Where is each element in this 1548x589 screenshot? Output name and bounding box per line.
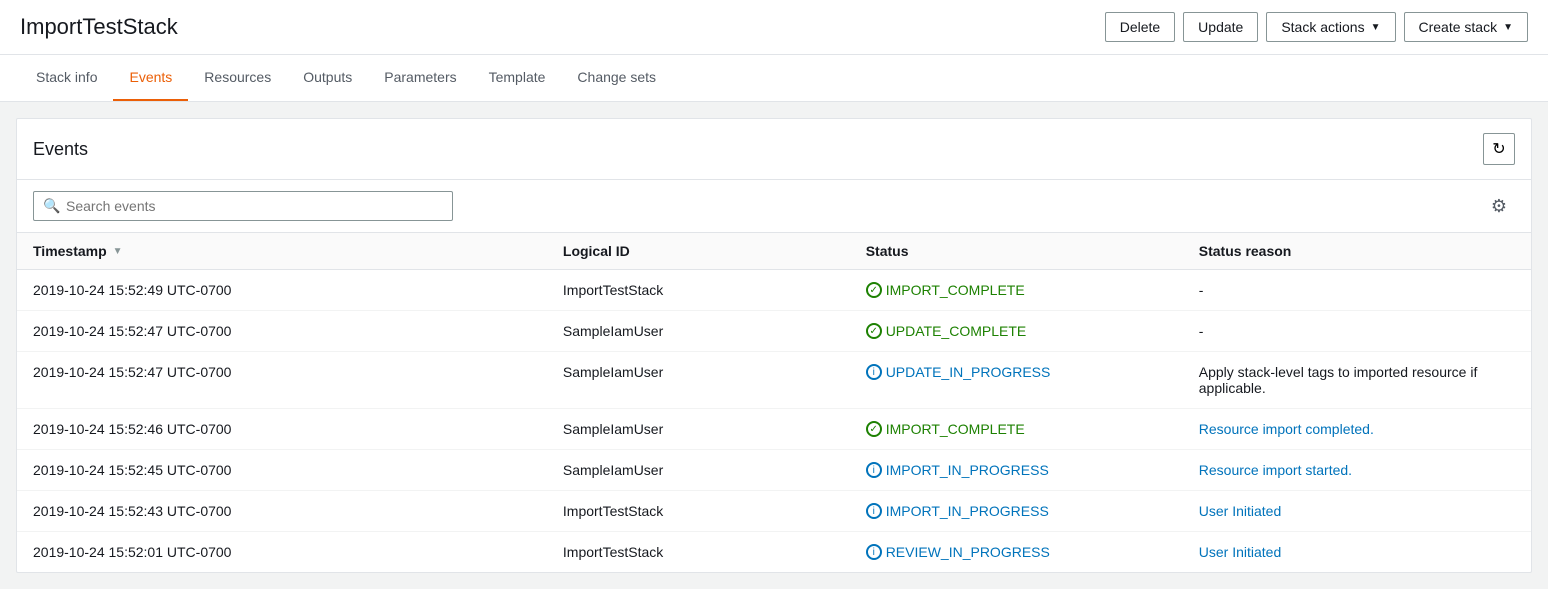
cell-timestamp: 2019-10-24 15:52:43 UTC-0700 — [17, 491, 547, 532]
table-row: 2019-10-24 15:52:43 UTC-0700ImportTestSt… — [17, 491, 1531, 532]
tab-events[interactable]: Events — [113, 55, 188, 101]
cell-status-reason: Apply stack-level tags to imported resou… — [1183, 352, 1531, 409]
cell-logical-id: SampleIamUser — [547, 352, 850, 409]
status-check-icon: ✓ — [866, 282, 882, 298]
cell-timestamp: 2019-10-24 15:52:47 UTC-0700 — [17, 311, 547, 352]
cell-status: iUPDATE_IN_PROGRESS — [850, 352, 1183, 409]
delete-button[interactable]: Delete — [1105, 12, 1175, 42]
status-reason-link[interactable]: Resource import started. — [1199, 462, 1352, 478]
page-title: ImportTestStack — [20, 14, 178, 40]
status-info-icon: i — [866, 544, 882, 560]
refresh-button[interactable]: ↻ — [1483, 133, 1515, 165]
table-row: 2019-10-24 15:52:45 UTC-0700SampleIamUse… — [17, 450, 1531, 491]
search-bar: 🔍 ⚙ — [17, 180, 1531, 233]
cell-status: ✓UPDATE_COMPLETE — [850, 311, 1183, 352]
events-panel: Events ↻ 🔍 ⚙ Timestamp ▼ — [16, 118, 1532, 573]
status-text: REVIEW_IN_PROGRESS — [886, 544, 1050, 560]
tab-outputs[interactable]: Outputs — [287, 55, 368, 101]
col-header-status-reason: Status reason — [1183, 233, 1531, 270]
cell-logical-id: SampleIamUser — [547, 311, 850, 352]
panel-title: Events — [33, 139, 88, 160]
search-icon: 🔍 — [43, 198, 60, 215]
status-text: IMPORT_IN_PROGRESS — [886, 462, 1049, 478]
tab-bar: Stack info Events Resources Outputs Para… — [0, 55, 1548, 102]
search-wrapper: 🔍 — [33, 191, 453, 221]
create-stack-button[interactable]: Create stack — [1404, 12, 1529, 42]
update-button[interactable]: Update — [1183, 12, 1258, 42]
status-text: UPDATE_COMPLETE — [886, 323, 1027, 339]
status-check-icon: ✓ — [866, 323, 882, 339]
table-row: 2019-10-24 15:52:49 UTC-0700ImportTestSt… — [17, 270, 1531, 311]
table-row: 2019-10-24 15:52:46 UTC-0700SampleIamUse… — [17, 409, 1531, 450]
cell-status-reason: Resource import started. — [1183, 450, 1531, 491]
search-input[interactable] — [33, 191, 453, 221]
status-text: IMPORT_COMPLETE — [886, 421, 1025, 437]
cell-timestamp: 2019-10-24 15:52:47 UTC-0700 — [17, 352, 547, 409]
status-text: UPDATE_IN_PROGRESS — [886, 364, 1051, 380]
cell-timestamp: 2019-10-24 15:52:01 UTC-0700 — [17, 532, 547, 573]
status-info-icon: i — [866, 364, 882, 380]
tab-template[interactable]: Template — [473, 55, 562, 101]
status-info-icon: i — [866, 503, 882, 519]
status-reason-link[interactable]: Resource import completed. — [1199, 421, 1374, 437]
cell-logical-id: ImportTestStack — [547, 491, 850, 532]
col-header-timestamp[interactable]: Timestamp ▼ — [17, 233, 547, 270]
sort-icon: ▼ — [113, 246, 123, 257]
top-bar: ImportTestStack Delete Update Stack acti… — [0, 0, 1548, 55]
status-check-icon: ✓ — [866, 421, 882, 437]
status-reason-link[interactable]: User Initiated — [1199, 544, 1281, 560]
status-reason-link[interactable]: User Initiated — [1199, 503, 1281, 519]
cell-status: iIMPORT_IN_PROGRESS — [850, 491, 1183, 532]
table-row: 2019-10-24 15:52:01 UTC-0700ImportTestSt… — [17, 532, 1531, 573]
cell-status: ✓IMPORT_COMPLETE — [850, 270, 1183, 311]
tab-change-sets[interactable]: Change sets — [561, 55, 672, 101]
status-info-icon: i — [866, 462, 882, 478]
status-text: IMPORT_IN_PROGRESS — [886, 503, 1049, 519]
cell-logical-id: ImportTestStack — [547, 270, 850, 311]
cell-logical-id: ImportTestStack — [547, 532, 850, 573]
cell-status-reason: User Initiated — [1183, 491, 1531, 532]
col-header-status: Status — [850, 233, 1183, 270]
events-table: Timestamp ▼ Logical ID Status Status rea… — [17, 233, 1531, 572]
cell-timestamp: 2019-10-24 15:52:46 UTC-0700 — [17, 409, 547, 450]
table-row: 2019-10-24 15:52:47 UTC-0700SampleIamUse… — [17, 352, 1531, 409]
status-text: IMPORT_COMPLETE — [886, 282, 1025, 298]
panel-header: Events ↻ — [17, 119, 1531, 180]
cell-status: iREVIEW_IN_PROGRESS — [850, 532, 1183, 573]
main-content: Events ↻ 🔍 ⚙ Timestamp ▼ — [0, 102, 1548, 589]
table-row: 2019-10-24 15:52:47 UTC-0700SampleIamUse… — [17, 311, 1531, 352]
cell-status-reason: - — [1183, 311, 1531, 352]
col-header-logical-id: Logical ID — [547, 233, 850, 270]
cell-status-reason: Resource import completed. — [1183, 409, 1531, 450]
settings-button[interactable]: ⚙ — [1483, 190, 1515, 222]
tab-stack-info[interactable]: Stack info — [20, 55, 113, 101]
cell-status-reason: - — [1183, 270, 1531, 311]
stack-actions-button[interactable]: Stack actions — [1266, 12, 1395, 42]
tab-resources[interactable]: Resources — [188, 55, 287, 101]
cell-logical-id: SampleIamUser — [547, 409, 850, 450]
cell-timestamp: 2019-10-24 15:52:49 UTC-0700 — [17, 270, 547, 311]
cell-timestamp: 2019-10-24 15:52:45 UTC-0700 — [17, 450, 547, 491]
cell-status: ✓IMPORT_COMPLETE — [850, 409, 1183, 450]
cell-logical-id: SampleIamUser — [547, 450, 850, 491]
tab-parameters[interactable]: Parameters — [368, 55, 472, 101]
cell-status: iIMPORT_IN_PROGRESS — [850, 450, 1183, 491]
cell-status-reason: User Initiated — [1183, 532, 1531, 573]
top-actions: Delete Update Stack actions Create stack — [1105, 12, 1528, 42]
